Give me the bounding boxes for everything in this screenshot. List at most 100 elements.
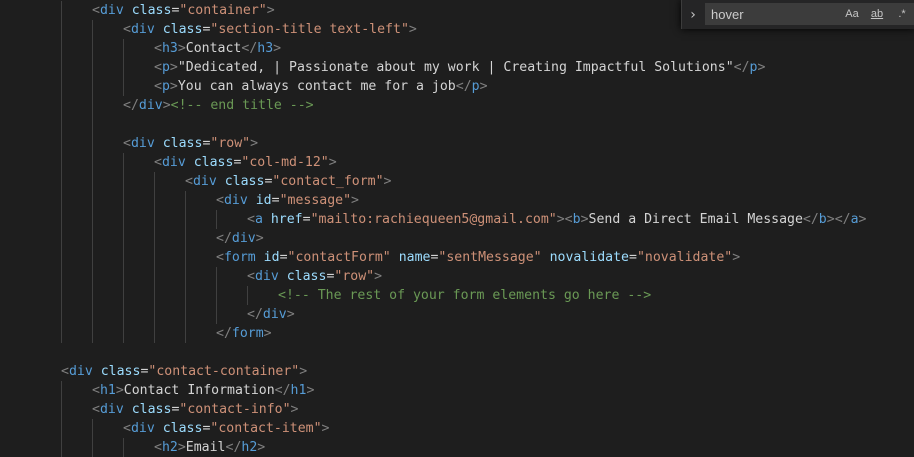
code-token: a	[850, 212, 859, 227]
code-token: <!-- end title -->	[170, 98, 314, 113]
regex-toggle[interactable]: .*	[891, 5, 913, 23]
code-token: </	[247, 307, 263, 322]
code-token: form	[223, 250, 256, 265]
code-line: <div class="contact-item">	[123, 419, 330, 438]
code-token: <	[154, 60, 162, 75]
code-token: >	[351, 193, 359, 208]
code-token: >	[115, 383, 124, 398]
indent-guide	[92, 20, 93, 343]
code-token: Contact	[185, 41, 242, 56]
code-token: a	[254, 212, 263, 227]
code-line: <div id="message">	[216, 191, 359, 210]
code-token: >	[556, 212, 565, 227]
code-line: <form id="contactForm" name="sentMessage…	[216, 248, 740, 267]
code-line: <div class="contact-info">	[92, 400, 299, 419]
code-token: "message"	[279, 193, 352, 208]
code-token: "contactForm"	[287, 250, 391, 265]
code-token: >	[826, 212, 835, 227]
indent-guide	[216, 210, 217, 229]
code-token: </	[216, 326, 232, 341]
code-token: "row"	[210, 136, 251, 151]
code-line: <p>"Dedicated, | Passionate about my wor…	[154, 58, 765, 77]
code-token: id	[263, 250, 280, 265]
code-token: class	[162, 421, 203, 436]
code-token: <	[92, 402, 100, 417]
code-token: Email	[185, 440, 226, 455]
code-token: <	[92, 3, 100, 18]
code-token: =	[279, 250, 288, 265]
code-token: p	[161, 79, 170, 94]
code-token: b	[572, 212, 581, 227]
indent-guide	[154, 172, 155, 343]
code-token: =	[302, 212, 311, 227]
code-token: "row"	[334, 269, 375, 284]
code-token: div	[130, 22, 155, 37]
code-token: "novalidate"	[636, 250, 733, 265]
code-token: "sentMessage"	[438, 250, 542, 265]
code-line: <div class="section-title text-left">	[123, 20, 417, 39]
code-token: "contact-container"	[148, 364, 300, 379]
code-line: <p>You can always contact me for a job</…	[154, 77, 488, 96]
code-token: >	[299, 364, 308, 379]
code-token: class	[162, 136, 203, 151]
code-line: <div class="col-md-12">	[154, 153, 337, 172]
code-token: div	[138, 98, 163, 113]
code-token: name	[398, 250, 431, 265]
code-token: class	[286, 269, 327, 284]
code-token: >	[273, 41, 282, 56]
code-token: >	[290, 402, 299, 417]
code-token: div	[161, 155, 186, 170]
code-token: Contact Information	[123, 383, 275, 398]
indent-guide	[92, 419, 93, 457]
code-line: <h1>Contact Information</h1>	[92, 381, 314, 400]
code-token: "contact_form"	[272, 174, 384, 189]
code-token: div	[68, 364, 93, 379]
code-token: >	[177, 41, 186, 56]
code-token: div	[262, 307, 287, 322]
code-token: >	[858, 212, 867, 227]
code-token: <	[123, 22, 131, 37]
find-widget: › Aa ab .*	[681, 0, 914, 29]
code-token: href	[270, 212, 303, 227]
code-token: class	[224, 174, 265, 189]
code-editor[interactable]: <div class="container"> <div class="secti…	[0, 0, 914, 457]
code-token: div	[231, 231, 256, 246]
code-token: <	[154, 79, 162, 94]
code-token: </	[455, 79, 472, 94]
code-token: <	[216, 193, 224, 208]
code-token: div	[130, 421, 155, 436]
code-line: <!-- The rest of your form elements go h…	[278, 286, 651, 305]
code-token: >	[250, 136, 259, 151]
code-token: >	[580, 212, 589, 227]
code-token: p	[471, 79, 480, 94]
code-token: <	[216, 250, 224, 265]
code-token: "contact-info"	[179, 402, 291, 417]
code-token: div	[223, 193, 248, 208]
chevron-right-icon[interactable]: ›	[682, 0, 704, 29]
code-token: >	[306, 383, 315, 398]
indent-guide	[61, 381, 62, 457]
match-case-toggle[interactable]: Aa	[841, 5, 863, 23]
code-token: </	[834, 212, 851, 227]
code-token: </	[802, 212, 819, 227]
code-token: >	[266, 3, 275, 18]
code-token: </	[241, 41, 258, 56]
indent-guide	[185, 191, 186, 343]
code-token: <	[123, 136, 131, 151]
code-token: <	[154, 41, 162, 56]
code-line: <div class="row">	[123, 134, 258, 153]
code-token: "contact-item"	[210, 421, 322, 436]
code-token: >	[328, 155, 337, 170]
match-whole-word-toggle[interactable]: ab	[866, 5, 888, 23]
